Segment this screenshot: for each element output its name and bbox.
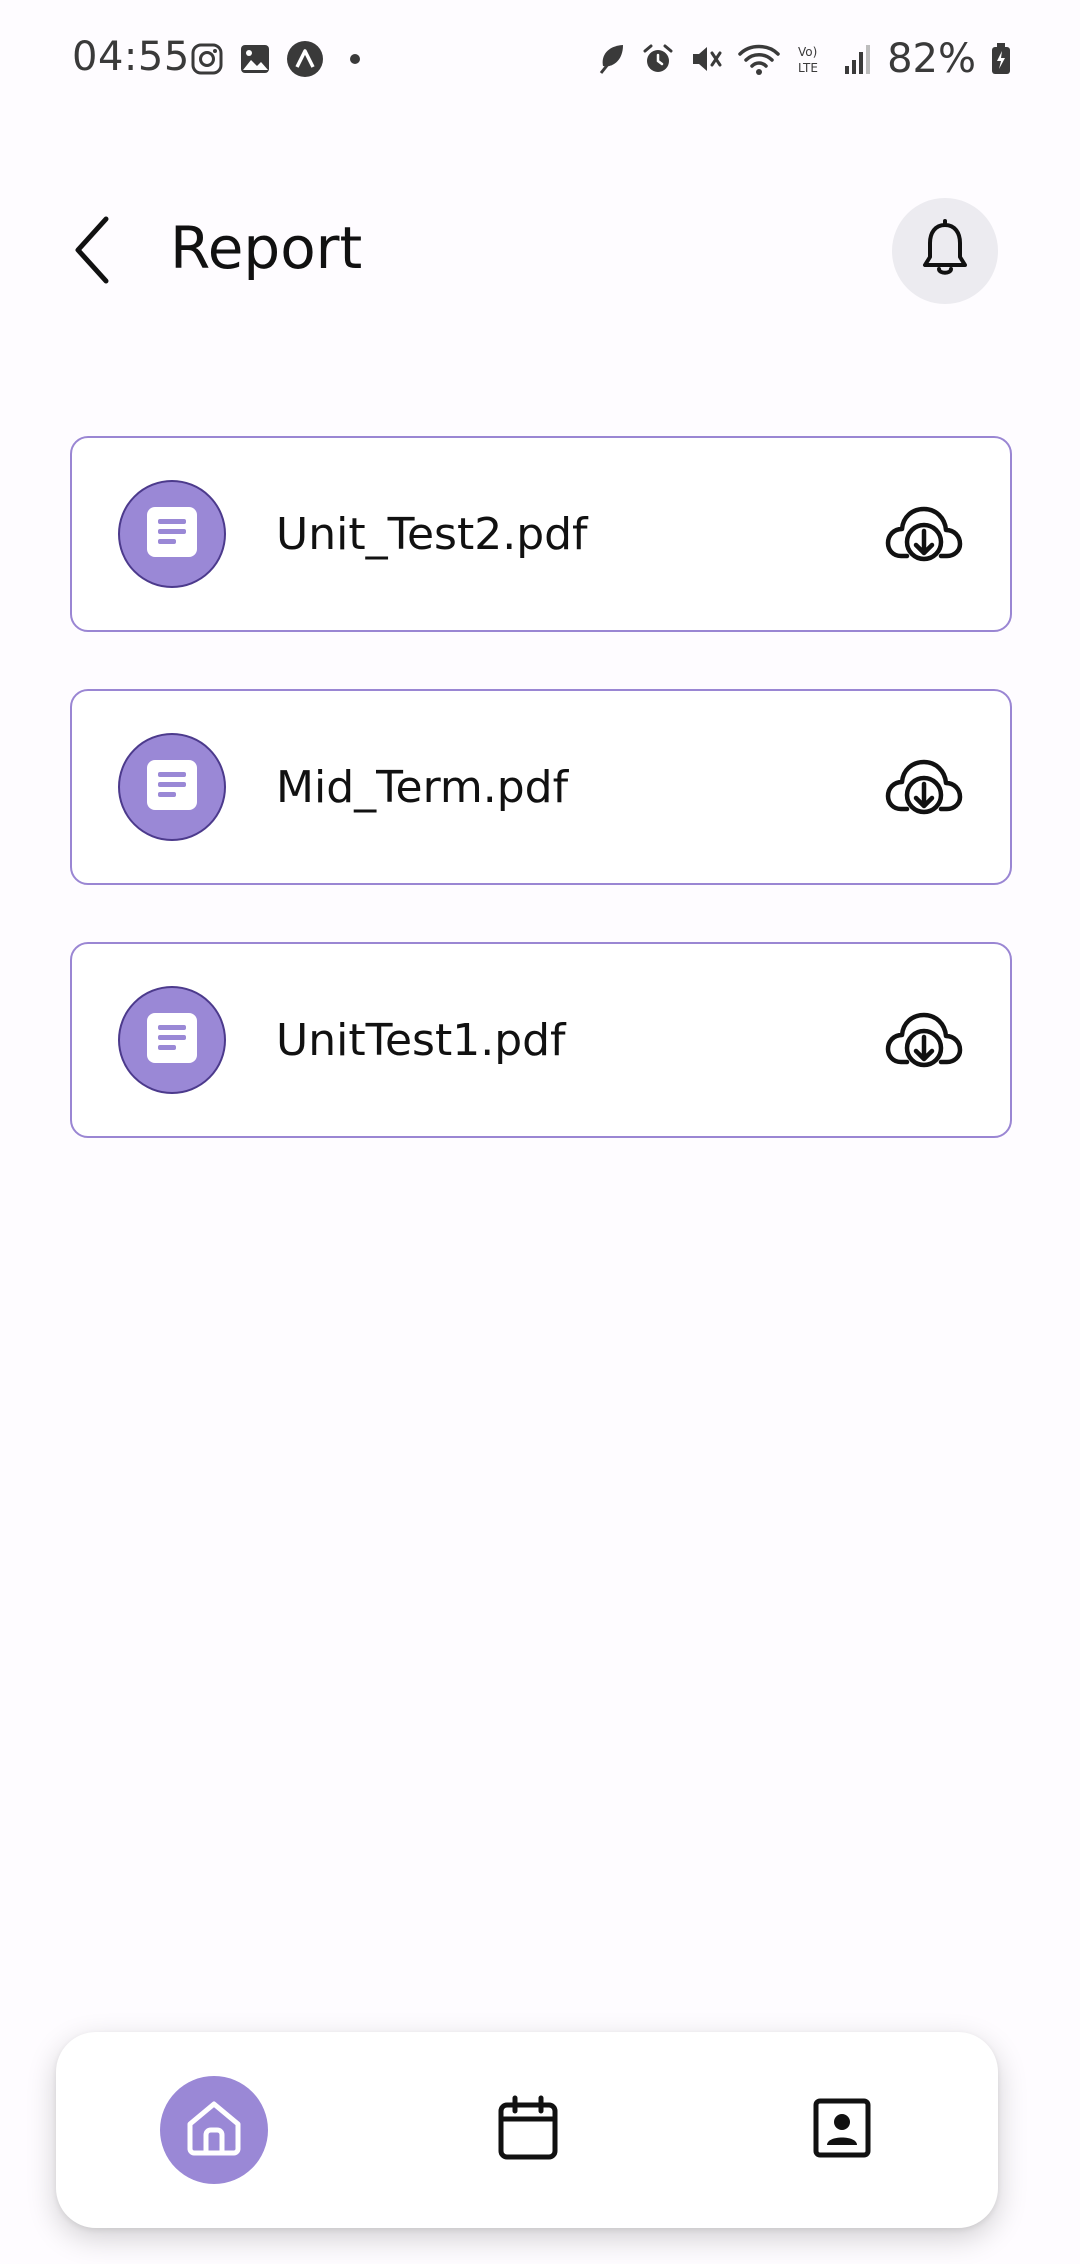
svg-text:LTE: LTE [798,61,818,75]
file-avatar [118,733,226,841]
bottom-navigation [56,2032,998,2228]
chevron-left-icon [72,215,112,289]
signal-icon [843,42,873,76]
file-card[interactable]: UnitTest1.pdf [70,942,1012,1138]
volte-icon: Vo) LTE [795,42,829,76]
file-card[interactable]: Unit_Test2.pdf [70,436,1012,632]
app-icon [286,40,324,78]
mute-icon [689,42,723,76]
file-card[interactable]: Mid_Term.pdf [70,689,1012,885]
status-time: 04:55 [72,34,190,80]
document-icon [145,505,199,563]
download-button[interactable] [884,749,964,829]
nav-home-button[interactable] [160,2076,268,2184]
back-button[interactable] [58,208,126,296]
nav-profile-button[interactable] [788,2076,896,2184]
file-name: Unit_Test2.pdf [276,509,588,560]
page-title: Report [170,214,363,282]
nav-calendar-button[interactable] [474,2076,582,2184]
svg-text:Vo): Vo) [798,45,817,59]
contact-card-icon [812,2097,872,2163]
cloud-download-icon [885,1010,963,1074]
document-icon [145,1011,199,1069]
status-left-icons [190,40,372,78]
notification-button[interactable] [892,198,998,304]
document-icon [145,758,199,816]
alarm-icon [641,42,675,76]
file-avatar [118,986,226,1094]
battery-icon [990,42,1012,76]
calendar-icon [497,2095,559,2165]
download-button[interactable] [884,1002,964,1082]
cloud-download-icon [885,757,963,821]
file-avatar [118,480,226,588]
file-name: UnitTest1.pdf [276,1015,566,1066]
leaf-icon [597,42,627,76]
home-icon [183,2097,245,2163]
download-button[interactable] [884,496,964,576]
battery-percent: 82% [887,36,976,82]
file-name: Mid_Term.pdf [276,762,569,813]
status-bar: 04:55 Vo) LTE 82% [0,0,1080,120]
instagram-icon [190,42,224,76]
cloud-download-icon [885,504,963,568]
wifi-icon [737,42,781,76]
dot-icon [338,42,372,76]
bell-icon [920,219,970,283]
gallery-icon [238,42,272,76]
status-right-icons: Vo) LTE 82% [597,36,1012,82]
